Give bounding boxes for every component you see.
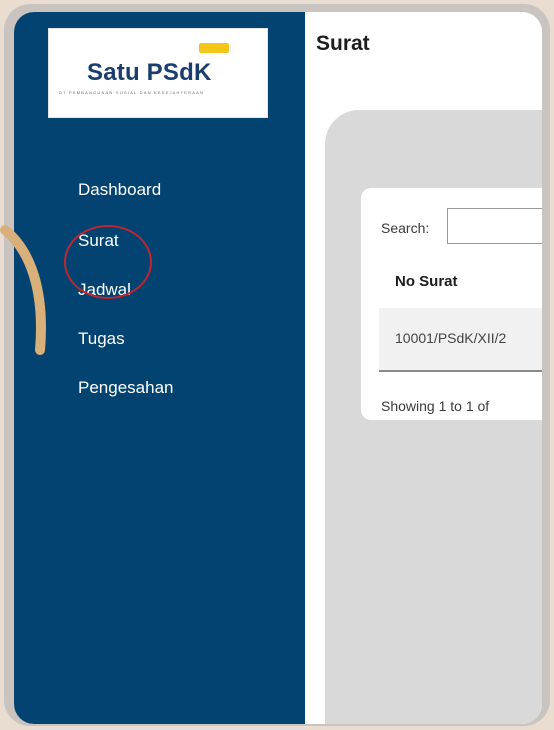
device-frame: Satu PSdK DT PEMBANGUNAN SOSIAL DAN KESE… <box>4 4 550 726</box>
table-info: Showing 1 to 1 of <box>381 398 490 414</box>
search-input[interactable] <box>447 208 542 244</box>
sidebar-item-dashboard[interactable]: Dashboard <box>78 180 161 200</box>
logo[interactable]: Satu PSdK DT PEMBANGUNAN SOSIAL DAN KESE… <box>48 28 268 118</box>
main-panel: Surat Search: No Surat 10001/PSdK/XII/2 … <box>305 12 542 724</box>
table-row[interactable]: 10001/PSdK/XII/2 <box>379 308 542 372</box>
highlight-circle-annotation <box>64 225 152 299</box>
page-title: Surat <box>316 32 370 55</box>
table-cell-no-surat: 10001/PSdK/XII/2 <box>395 330 507 346</box>
logo-subtitle: DT PEMBANGUNAN SOSIAL DAN KESEJAHTERAAN <box>59 90 205 95</box>
table-card: Search: No Surat 10001/PSdK/XII/2 Showin… <box>361 188 542 420</box>
logo-accent-mark <box>199 43 229 53</box>
search-label: Search: <box>381 220 430 236</box>
sidebar-item-tugas[interactable]: Tugas <box>78 329 125 349</box>
content-area: Search: No Surat 10001/PSdK/XII/2 Showin… <box>325 110 542 724</box>
column-header-no-surat[interactable]: No Surat <box>395 273 458 290</box>
logo-text: Satu PSdK <box>87 59 212 86</box>
sidebar-item-pengesahan[interactable]: Pengesahan <box>78 378 173 398</box>
app-window: Satu PSdK DT PEMBANGUNAN SOSIAL DAN KESE… <box>14 12 542 724</box>
sidebar: Satu PSdK DT PEMBANGUNAN SOSIAL DAN KESE… <box>14 12 305 724</box>
